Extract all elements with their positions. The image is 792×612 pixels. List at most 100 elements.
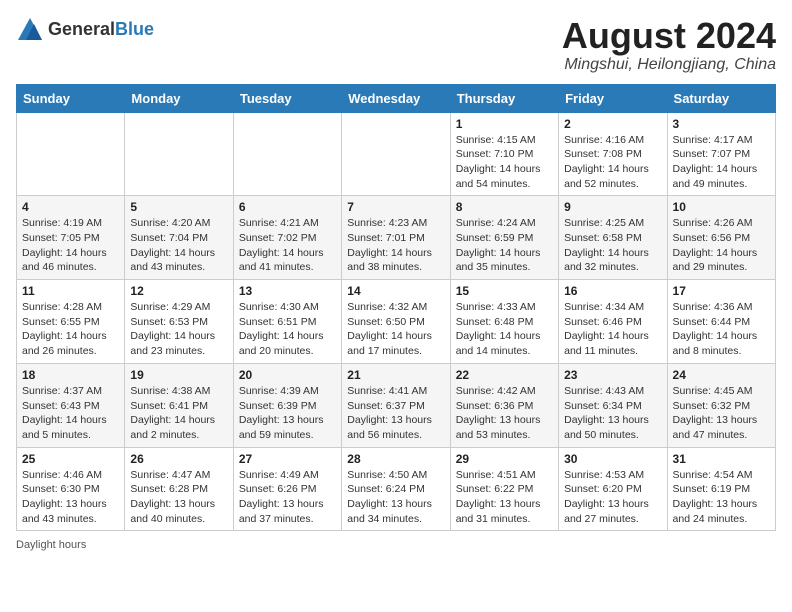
day-info: Sunrise: 4:39 AM Sunset: 6:39 PM Dayligh… <box>239 384 336 443</box>
calendar-table: Sunday Monday Tuesday Wednesday Thursday… <box>16 84 776 532</box>
logo-icon <box>16 16 44 44</box>
day-number: 6 <box>239 200 336 214</box>
calendar-cell-1-2 <box>125 112 233 196</box>
day-info: Sunrise: 4:41 AM Sunset: 6:37 PM Dayligh… <box>347 384 444 443</box>
calendar-cell-5-5: 29 Sunrise: 4:51 AM Sunset: 6:22 PM Dayli… <box>450 447 558 531</box>
weekday-thursday: Thursday <box>450 84 558 112</box>
month-title: August 2024 <box>562 16 776 56</box>
day-number: 27 <box>239 452 336 466</box>
day-number: 26 <box>130 452 227 466</box>
day-number: 20 <box>239 368 336 382</box>
day-number: 31 <box>673 452 770 466</box>
calendar-cell-3-3: 13Sunrise: 4:30 AM Sunset: 6:51 PM Dayli… <box>233 280 341 364</box>
calendar-week-row-1: 1 Sunrise: 4:15 AM Sunset: 7:10 PM Daylig… <box>17 112 776 196</box>
day-info: Sunrise: 4:50 AM Sunset: 6:24 PM Dayligh… <box>347 468 444 527</box>
day-info: Sunrise: 4:54 AM Sunset: 6:19 PM Dayligh… <box>673 468 770 527</box>
calendar-cell-1-4 <box>342 112 450 196</box>
calendar-cell-5-6: 30Sunrise: 4:53 AM Sunset: 6:20 PM Dayli… <box>559 447 667 531</box>
calendar-cell-4-3: 20 Sunrise: 4:39 AM Sunset: 6:39 PM Dayli… <box>233 363 341 447</box>
calendar-cell-3-2: 12Sunrise: 4:29 AM Sunset: 6:53 PM Dayli… <box>125 280 233 364</box>
logo-blue: Blue <box>115 19 154 39</box>
day-number: 7 <box>347 200 444 214</box>
calendar-cell-4-5: 22 Sunrise: 4:42 AM Sunset: 6:36 PM Dayli… <box>450 363 558 447</box>
day-number: 10 <box>673 200 770 214</box>
title-area: August 2024 Mingshui, Heilongjiang, Chin… <box>562 16 776 74</box>
header: GeneralBlue August 2024 Mingshui, Heilon… <box>16 16 776 74</box>
calendar-week-row-4: 18 Sunrise: 4:37 AM Sunset: 6:43 PM Dayli… <box>17 363 776 447</box>
calendar-cell-1-5: 1 Sunrise: 4:15 AM Sunset: 7:10 PM Daylig… <box>450 112 558 196</box>
day-info: Sunrise: 4:36 AM Sunset: 6:44 PM Dayligh… <box>673 300 770 359</box>
calendar-cell-5-1: 25Sunrise: 4:46 AM Sunset: 6:30 PM Dayli… <box>17 447 125 531</box>
day-info: Sunrise: 4:38 AM Sunset: 6:41 PM Dayligh… <box>130 384 227 443</box>
weekday-wednesday: Wednesday <box>342 84 450 112</box>
calendar-cell-1-6: 2 Sunrise: 4:16 AM Sunset: 7:08 PM Daylig… <box>559 112 667 196</box>
calendar-cell-2-4: 7 Sunrise: 4:23 AM Sunset: 7:01 PM Daylig… <box>342 196 450 280</box>
day-info: Sunrise: 4:53 AM Sunset: 6:20 PM Dayligh… <box>564 468 661 527</box>
day-info: Sunrise: 4:25 AM Sunset: 6:58 PM Dayligh… <box>564 216 661 275</box>
day-info: Sunrise: 4:37 AM Sunset: 6:43 PM Dayligh… <box>22 384 119 443</box>
day-number: 11 <box>22 284 119 298</box>
logo-text: GeneralBlue <box>48 20 154 40</box>
day-number: 18 <box>22 368 119 382</box>
calendar-cell-2-3: 6 Sunrise: 4:21 AM Sunset: 7:02 PM Daylig… <box>233 196 341 280</box>
day-number: 8 <box>456 200 553 214</box>
day-info: Sunrise: 4:16 AM Sunset: 7:08 PM Dayligh… <box>564 133 661 192</box>
day-number: 2 <box>564 117 661 131</box>
day-number: 29 <box>456 452 553 466</box>
day-info: Sunrise: 4:34 AM Sunset: 6:46 PM Dayligh… <box>564 300 661 359</box>
day-number: 1 <box>456 117 553 131</box>
calendar-cell-3-6: 16 Sunrise: 4:34 AM Sunset: 6:46 PM Dayli… <box>559 280 667 364</box>
calendar-cell-3-4: 14Sunrise: 4:32 AM Sunset: 6:50 PM Dayli… <box>342 280 450 364</box>
day-number: 16 <box>564 284 661 298</box>
day-info: Sunrise: 4:47 AM Sunset: 6:28 PM Dayligh… <box>130 468 227 527</box>
day-number: 3 <box>673 117 770 131</box>
day-info: Sunrise: 4:29 AM Sunset: 6:53 PM Dayligh… <box>130 300 227 359</box>
day-info: Sunrise: 4:28 AM Sunset: 6:55 PM Dayligh… <box>22 300 119 359</box>
calendar-cell-4-2: 19 Sunrise: 4:38 AM Sunset: 6:41 PM Dayli… <box>125 363 233 447</box>
logo-general: General <box>48 19 115 39</box>
calendar-cell-3-7: 17 Sunrise: 4:36 AM Sunset: 6:44 PM Dayli… <box>667 280 775 364</box>
calendar-cell-3-5: 15 Sunrise: 4:33 AM Sunset: 6:48 PM Dayli… <box>450 280 558 364</box>
day-number: 19 <box>130 368 227 382</box>
day-number: 23 <box>564 368 661 382</box>
calendar-cell-2-5: 8Sunrise: 4:24 AM Sunset: 6:59 PM Daylig… <box>450 196 558 280</box>
calendar-cell-1-1 <box>17 112 125 196</box>
day-info: Sunrise: 4:23 AM Sunset: 7:01 PM Dayligh… <box>347 216 444 275</box>
day-number: 22 <box>456 368 553 382</box>
day-info: Sunrise: 4:15 AM Sunset: 7:10 PM Dayligh… <box>456 133 553 192</box>
calendar-cell-1-7: 3 Sunrise: 4:17 AM Sunset: 7:07 PM Daylig… <box>667 112 775 196</box>
day-number: 13 <box>239 284 336 298</box>
calendar-cell-4-7: 24Sunrise: 4:45 AM Sunset: 6:32 PM Dayli… <box>667 363 775 447</box>
logo: GeneralBlue <box>16 16 154 44</box>
calendar-cell-5-2: 26 Sunrise: 4:47 AM Sunset: 6:28 PM Dayli… <box>125 447 233 531</box>
day-number: 15 <box>456 284 553 298</box>
day-number: 28 <box>347 452 444 466</box>
day-info: Sunrise: 4:20 AM Sunset: 7:04 PM Dayligh… <box>130 216 227 275</box>
day-info: Sunrise: 4:17 AM Sunset: 7:07 PM Dayligh… <box>673 133 770 192</box>
day-number: 9 <box>564 200 661 214</box>
calendar-week-row-2: 4 Sunrise: 4:19 AM Sunset: 7:05 PM Daylig… <box>17 196 776 280</box>
weekday-tuesday: Tuesday <box>233 84 341 112</box>
weekday-header-row: Sunday Monday Tuesday Wednesday Thursday… <box>17 84 776 112</box>
day-info: Sunrise: 4:49 AM Sunset: 6:26 PM Dayligh… <box>239 468 336 527</box>
day-info: Sunrise: 4:42 AM Sunset: 6:36 PM Dayligh… <box>456 384 553 443</box>
calendar-cell-2-6: 9 Sunrise: 4:25 AM Sunset: 6:58 PM Daylig… <box>559 196 667 280</box>
weekday-friday: Friday <box>559 84 667 112</box>
day-number: 5 <box>130 200 227 214</box>
day-number: 21 <box>347 368 444 382</box>
day-info: Sunrise: 4:26 AM Sunset: 6:56 PM Dayligh… <box>673 216 770 275</box>
calendar-cell-5-3: 27 Sunrise: 4:49 AM Sunset: 6:26 PM Dayli… <box>233 447 341 531</box>
footer-note: Daylight hours <box>16 539 776 551</box>
day-number: 14 <box>347 284 444 298</box>
day-number: 17 <box>673 284 770 298</box>
day-number: 4 <box>22 200 119 214</box>
day-info: Sunrise: 4:33 AM Sunset: 6:48 PM Dayligh… <box>456 300 553 359</box>
calendar-cell-2-2: 5 Sunrise: 4:20 AM Sunset: 7:04 PM Daylig… <box>125 196 233 280</box>
day-info: Sunrise: 4:46 AM Sunset: 6:30 PM Dayligh… <box>22 468 119 527</box>
day-info: Sunrise: 4:19 AM Sunset: 7:05 PM Dayligh… <box>22 216 119 275</box>
day-info: Sunrise: 4:21 AM Sunset: 7:02 PM Dayligh… <box>239 216 336 275</box>
day-info: Sunrise: 4:51 AM Sunset: 6:22 PM Dayligh… <box>456 468 553 527</box>
calendar-week-row-5: 25Sunrise: 4:46 AM Sunset: 6:30 PM Dayli… <box>17 447 776 531</box>
calendar-cell-2-7: 10 Sunrise: 4:26 AM Sunset: 6:56 PM Dayli… <box>667 196 775 280</box>
weekday-sunday: Sunday <box>17 84 125 112</box>
